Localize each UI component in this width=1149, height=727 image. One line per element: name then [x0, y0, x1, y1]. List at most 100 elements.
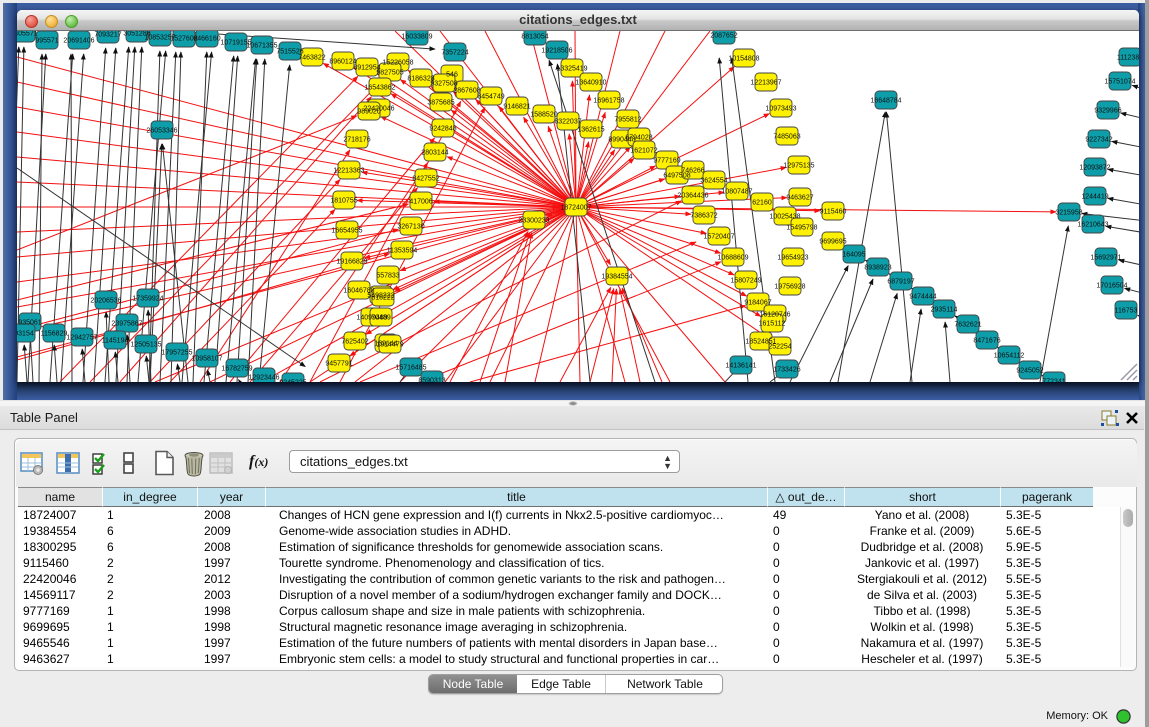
svg-text:10688609: 10688609 [717, 255, 748, 262]
svg-text:20364436: 20364436 [677, 193, 708, 200]
svg-text:1244419: 1244419 [1081, 194, 1108, 201]
svg-text:10958107: 10958107 [191, 356, 222, 363]
svg-text:23300233: 23300233 [518, 218, 549, 225]
svg-text:8454749: 8454749 [477, 94, 504, 101]
svg-text:2718176: 2718176 [343, 137, 370, 144]
svg-text:16120746: 16120746 [759, 312, 790, 319]
svg-text:7463822: 7463822 [298, 55, 325, 62]
svg-text:10025438: 10025438 [769, 214, 800, 221]
svg-text:16782759: 16782759 [221, 366, 252, 373]
svg-text:3215958: 3215958 [1055, 210, 1082, 217]
svg-text:9115460: 9115460 [820, 209, 847, 216]
svg-text:17016504: 17016504 [1096, 283, 1127, 290]
svg-text:1914479: 1914479 [376, 342, 403, 349]
svg-text:12505135: 12505135 [130, 342, 161, 349]
svg-text:9245225: 9245225 [279, 380, 306, 383]
svg-text:15716485: 15716485 [395, 365, 426, 372]
svg-text:1733426: 1733426 [773, 367, 800, 374]
svg-text:8322037: 8322037 [554, 119, 581, 126]
svg-text:7955812: 7955812 [614, 117, 641, 124]
svg-text:8427552: 8427552 [412, 176, 439, 183]
svg-text:6794028: 6794028 [625, 135, 652, 142]
svg-text:19166829: 19166829 [336, 259, 367, 266]
svg-text:417006: 417006 [409, 199, 432, 206]
svg-text:2935114: 2935114 [931, 307, 958, 314]
svg-text:9245052: 9245052 [1016, 368, 1043, 375]
svg-text:19654923: 19654923 [777, 255, 808, 262]
svg-text:746266: 746266 [681, 168, 704, 175]
svg-text:252254: 252254 [768, 344, 791, 351]
svg-text:23975867: 23975867 [111, 321, 142, 328]
svg-text:9184067: 9184067 [744, 300, 771, 307]
svg-text:26053346: 26053346 [146, 128, 177, 135]
svg-text:70489: 70489 [371, 315, 391, 322]
svg-text:1588520: 1588520 [530, 112, 557, 119]
svg-text:12213967: 12213967 [750, 80, 781, 87]
svg-text:13640910: 13640910 [575, 80, 606, 87]
svg-text:1362615: 1362615 [577, 127, 604, 134]
svg-text:14136141: 14136141 [725, 363, 756, 370]
svg-text:1145194: 1145194 [102, 338, 129, 345]
svg-text:9242848: 9242848 [429, 126, 456, 133]
svg-text:9146821: 9146821 [503, 104, 530, 111]
svg-text:15720407: 15720407 [703, 234, 734, 241]
svg-text:989020: 989020 [357, 109, 380, 116]
svg-text:16961758: 16961758 [593, 98, 624, 105]
svg-text:10654112: 10654112 [994, 353, 1025, 360]
svg-text:3875685: 3875685 [427, 100, 454, 107]
svg-text:13325419: 13325419 [556, 66, 587, 73]
svg-text:3267130: 3267130 [397, 224, 424, 231]
svg-text:62160: 62160 [752, 200, 772, 207]
svg-text:20206536: 20206536 [90, 298, 121, 305]
svg-text:818222: 818222 [371, 295, 394, 302]
svg-text:12093872: 12093872 [1079, 165, 1110, 172]
svg-text:8590313: 8590313 [418, 378, 445, 383]
svg-text:16543862: 16543862 [364, 85, 395, 92]
svg-text:15751074: 15751074 [1104, 79, 1135, 86]
svg-text:935061: 935061 [18, 320, 41, 327]
svg-text:9777169: 9777169 [653, 158, 680, 165]
svg-text:546: 546 [446, 72, 458, 79]
svg-text:15495798: 15495798 [786, 225, 817, 232]
svg-text:15692971: 15692971 [1090, 255, 1121, 262]
svg-text:16654955: 16654955 [331, 228, 362, 235]
svg-text:19218506: 19218506 [541, 48, 572, 55]
svg-text:9474444: 9474444 [909, 294, 936, 301]
svg-text:7485063: 7485063 [773, 134, 800, 141]
svg-text:9463627: 9463627 [786, 195, 813, 202]
svg-text:10807487: 10807487 [721, 189, 752, 196]
svg-text:1112385: 1112385 [1117, 55, 1139, 62]
svg-text:2087652: 2087652 [710, 33, 737, 40]
svg-text:1810755: 1810755 [330, 198, 357, 205]
svg-text:12942757: 12942757 [66, 335, 97, 342]
svg-text:6879197: 6879197 [887, 279, 914, 286]
svg-text:7093217: 7093217 [94, 32, 121, 39]
svg-text:20691406: 20691406 [63, 38, 94, 45]
svg-text:12975135: 12975135 [783, 163, 814, 170]
svg-text:2803144: 2803144 [421, 150, 448, 157]
svg-text:116753: 116753 [1115, 308, 1138, 315]
svg-text:3624554: 3624554 [700, 178, 727, 185]
svg-text:9827505: 9827505 [376, 70, 403, 77]
svg-text:16648784: 16648784 [870, 98, 901, 105]
svg-text:93154: 93154 [17, 331, 34, 338]
svg-text:16210643: 16210643 [1077, 222, 1108, 229]
svg-text:557833: 557833 [376, 273, 399, 280]
svg-text:10671355: 10671355 [246, 43, 277, 50]
svg-text:1615112: 1615112 [759, 321, 786, 328]
svg-text:1156829: 1156829 [41, 331, 68, 338]
svg-text:9327508: 9327508 [430, 81, 457, 88]
svg-text:19384554: 19384554 [601, 274, 632, 281]
svg-text:7632621: 7632621 [954, 322, 981, 329]
svg-text:11353594: 11353594 [387, 248, 418, 255]
svg-text:12213363: 12213363 [333, 168, 364, 175]
svg-text:8938923: 8938923 [864, 265, 891, 272]
svg-text:12923446: 12923446 [248, 375, 279, 382]
svg-text:15226058: 15226058 [382, 60, 413, 67]
svg-text:7357224: 7357224 [441, 50, 468, 57]
svg-text:9227342: 9227342 [1085, 137, 1112, 144]
svg-text:8471676: 8471676 [973, 338, 1000, 345]
svg-text:15807249: 15807249 [730, 278, 761, 285]
svg-text:18724007: 18724007 [560, 205, 591, 212]
svg-text:17957255: 17957255 [161, 350, 192, 357]
